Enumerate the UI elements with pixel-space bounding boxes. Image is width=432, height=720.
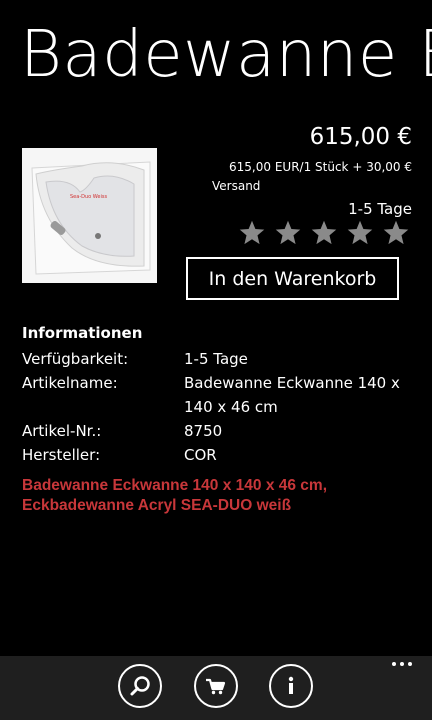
info-row-availability: Verfügbarkeit: 1-5 Tage	[22, 347, 412, 371]
star-icon[interactable]	[310, 219, 338, 247]
info-key: Artikel-Nr.:	[22, 422, 102, 440]
page-title: Badewanne Eckwanne 140 x 140 x 46 cm	[20, 18, 432, 92]
rating-stars[interactable]	[238, 219, 410, 247]
product-description: Badewanne Eckwanne 140 x 140 x 46 cm, Ec…	[22, 477, 328, 514]
info-table: Verfügbarkeit: 1-5 Tage Artikelname: Bad…	[22, 347, 412, 467]
info-value: Badewanne Eckwanne 140 x 140 x 46 cm	[184, 374, 400, 416]
product-image[interactable]: Sea-Duo Weiss	[22, 148, 157, 283]
more-icon[interactable]	[392, 658, 412, 670]
cart-icon	[206, 678, 226, 695]
price-detail-text: 615,00 EUR/1 Stück + 30,00 €	[229, 160, 412, 174]
info-key: Artikelname:	[22, 374, 118, 392]
info-button[interactable]	[269, 664, 313, 708]
star-icon[interactable]	[346, 219, 374, 247]
info-key: Verfügbarkeit:	[22, 350, 129, 368]
corner-bathtub-image: Sea-Duo Weiss	[22, 148, 157, 283]
info-icon	[288, 676, 294, 694]
info-row-article-number: Artikel-Nr.: 8750	[22, 419, 412, 443]
info-key: Hersteller:	[22, 446, 101, 464]
info-row-manufacturer: Hersteller: COR	[22, 443, 412, 467]
info-value: 8750	[184, 422, 223, 440]
availability-text: 1-5 Tage	[348, 200, 412, 218]
product-image-label: Sea-Duo Weiss	[70, 194, 108, 200]
star-icon[interactable]	[274, 219, 302, 247]
star-icon[interactable]	[238, 219, 266, 247]
search-button[interactable]	[118, 664, 162, 708]
add-to-cart-button[interactable]: In den Warenkorb	[186, 257, 399, 300]
star-icon[interactable]	[382, 219, 410, 247]
price-detail: 615,00 EUR/1 Stück + 30,00 € Versand	[212, 158, 412, 196]
cart-button[interactable]	[194, 664, 238, 708]
shipping-text: Versand	[212, 179, 261, 193]
info-row-article-name: Artikelname: Badewanne Eckwanne 140 x 14…	[22, 371, 412, 419]
search-icon	[130, 676, 150, 696]
app-bar	[0, 656, 432, 720]
product-price: 615,00 €	[309, 124, 412, 150]
info-value: 1-5 Tage	[184, 350, 248, 368]
info-heading: Informationen	[22, 324, 143, 342]
info-value: COR	[184, 446, 217, 464]
